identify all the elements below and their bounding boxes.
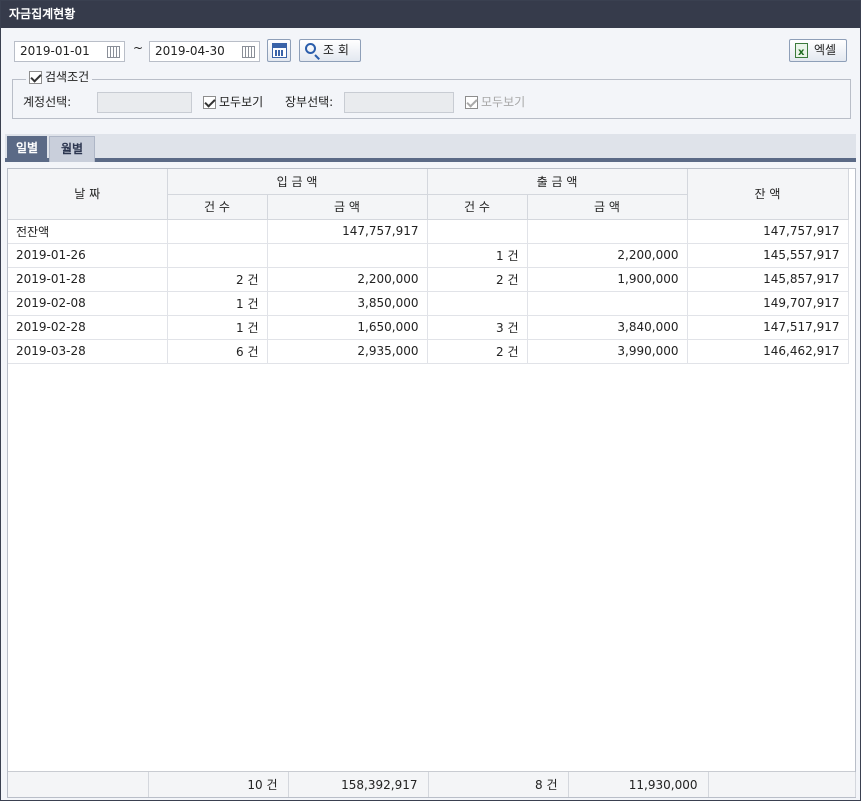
account-select-label: 계정선택: [23, 95, 72, 109]
ledger-select-label: 장부선택: [285, 95, 334, 109]
view-tabs: 일별 월별 [5, 134, 856, 162]
cell-date: 2019-01-26 [8, 243, 168, 268]
cell-out-count [427, 219, 528, 244]
cell-in-amount: 2,200,000 [267, 267, 428, 292]
table-row[interactable]: 2019-03-28 6 건 2,935,000 2 건 3,990,000 1… [8, 339, 849, 364]
cell-in-amount [267, 243, 428, 268]
ledger-show-all-label: 모두보기 [481, 95, 526, 109]
cell-in-count [167, 243, 268, 268]
tab-monthly[interactable]: 월별 [49, 136, 95, 162]
search-button-label: 조 회 [323, 43, 349, 57]
header-income[interactable]: 입 금 액 [167, 169, 428, 195]
conditions-legend-label: 검색조건 [45, 70, 90, 84]
cell-out-amount: 3,840,000 [527, 315, 688, 340]
header-income-amount[interactable]: 금 액 [267, 194, 428, 220]
footer-in-amount: 158,392,917 [288, 772, 429, 797]
header-date[interactable]: 날 짜 [8, 169, 168, 220]
cell-date: 2019-02-08 [8, 291, 168, 316]
window-title: 자금집계현황 [1, 1, 860, 28]
footer-out-count: 8 건 [428, 772, 569, 797]
to-date-value: 2019-04-30 [155, 44, 225, 58]
header-balance[interactable]: 잔 액 [687, 169, 849, 220]
cell-date: 전잔액 [8, 219, 168, 244]
cell-balance: 146,462,917 [687, 339, 849, 364]
cell-in-amount: 147,757,917 [267, 219, 428, 244]
calendar-icon[interactable] [242, 46, 255, 58]
cell-in-count: 1 건 [167, 291, 268, 316]
from-date-value: 2019-01-01 [20, 44, 90, 58]
cell-in-count: 2 건 [167, 267, 268, 292]
account-select-input[interactable] [97, 92, 192, 113]
cell-balance: 145,857,917 [687, 267, 849, 292]
from-date-input[interactable]: 2019-01-01 [14, 41, 125, 62]
header-expense-count[interactable]: 건 수 [427, 194, 528, 220]
cell-out-amount: 1,900,000 [527, 267, 688, 292]
cell-balance: 149,707,917 [687, 291, 849, 316]
table-row[interactable]: 2019-01-26 1 건 2,200,000 145,557,917 [8, 243, 849, 268]
cell-out-count: 1 건 [427, 243, 528, 268]
header-expense[interactable]: 출 금 액 [427, 169, 688, 195]
cell-balance: 147,517,917 [687, 315, 849, 340]
footer-label [8, 772, 149, 797]
ledger-select-input[interactable] [344, 92, 454, 113]
cell-out-amount: 3,990,000 [527, 339, 688, 364]
excel-button[interactable]: 엑셀 [789, 39, 847, 63]
calendar-button[interactable] [267, 39, 291, 62]
cell-in-count: 1 건 [167, 315, 268, 340]
cell-date: 2019-02-28 [8, 315, 168, 340]
cell-out-amount [527, 219, 688, 244]
excel-button-label: 엑셀 [814, 43, 837, 57]
calendar-icon [272, 43, 287, 58]
ledger-show-all[interactable]: 모두보기 [465, 92, 525, 112]
fund-summary-window: 자금집계현황 2019-01-01 ~ 2019-04-30 조 회 엑셀 검색… [0, 0, 861, 801]
search-button[interactable]: 조 회 [299, 39, 361, 62]
cell-in-amount: 2,935,000 [267, 339, 428, 364]
to-date-input[interactable]: 2019-04-30 [149, 41, 260, 62]
cell-date: 2019-03-28 [8, 339, 168, 364]
summary-grid: 날 짜 입 금 액 출 금 액 잔 액 건 수 금 액 건 수 금 액 전잔액 … [7, 168, 856, 798]
ledger-show-all-checkbox[interactable] [465, 96, 478, 109]
cell-out-count [427, 291, 528, 316]
cell-date: 2019-01-28 [8, 267, 168, 292]
footer-balance [708, 772, 856, 797]
conditions-checkbox[interactable] [29, 71, 42, 84]
cell-in-count [167, 219, 268, 244]
search-toolbar: 2019-01-01 ~ 2019-04-30 조 회 엑셀 검색조건 계정선택… [1, 28, 860, 132]
cell-out-count: 2 건 [427, 267, 528, 292]
excel-icon [795, 42, 808, 63]
table-row[interactable]: 2019-01-28 2 건 2,200,000 2 건 1,900,000 1… [8, 267, 849, 292]
cell-balance: 145,557,917 [687, 243, 849, 268]
account-show-all[interactable]: 모두보기 [203, 92, 263, 112]
cell-out-count: 2 건 [427, 339, 528, 364]
table-row[interactable]: 전잔액 147,757,917 147,757,917 [8, 219, 849, 244]
search-icon [305, 43, 316, 54]
account-show-all-checkbox[interactable] [203, 96, 216, 109]
cell-in-count: 6 건 [167, 339, 268, 364]
cell-in-amount: 1,650,000 [267, 315, 428, 340]
cell-in-amount: 3,850,000 [267, 291, 428, 316]
cell-out-amount [527, 291, 688, 316]
account-show-all-label: 모두보기 [219, 95, 264, 109]
footer-out-amount: 11,930,000 [568, 772, 709, 797]
cell-out-amount: 2,200,000 [527, 243, 688, 268]
search-conditions-legend[interactable]: 검색조건 [26, 68, 93, 86]
calendar-icon[interactable] [107, 46, 120, 58]
cell-out-count: 3 건 [427, 315, 528, 340]
table-row[interactable]: 2019-02-28 1 건 1,650,000 3 건 3,840,000 1… [8, 315, 849, 340]
footer-in-count: 10 건 [148, 772, 289, 797]
cell-balance: 147,757,917 [687, 219, 849, 244]
tab-daily[interactable]: 일별 [7, 136, 47, 162]
header-expense-amount[interactable]: 금 액 [527, 194, 688, 220]
grid-footer-totals: 10 건 158,392,917 8 건 11,930,000 [8, 771, 856, 797]
header-income-count[interactable]: 건 수 [167, 194, 268, 220]
table-row[interactable]: 2019-02-08 1 건 3,850,000 149,707,917 [8, 291, 849, 316]
date-range-separator: ~ [133, 41, 144, 55]
